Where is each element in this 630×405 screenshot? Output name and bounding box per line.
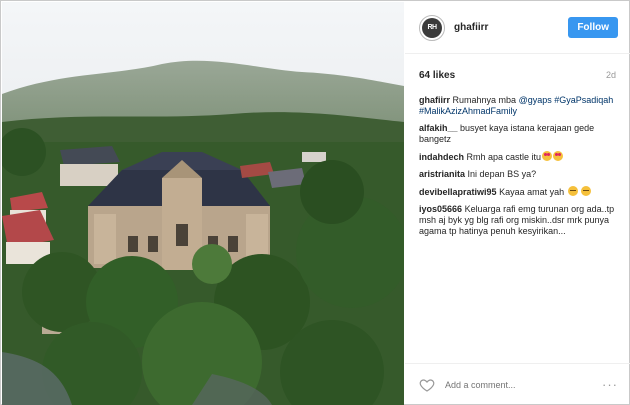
avatar[interactable]: RH [419,14,445,41]
comment-username[interactable]: indahdech [419,152,464,162]
comment-item: aristrianita Ini depan BS ya? [419,169,616,180]
username-link[interactable]: ghafiirr [454,22,568,33]
heart-outline-icon[interactable] [419,377,435,393]
caption-text: Rumahnya mba [452,95,517,105]
comments-list: ghafiirr Rumahnya mba @gyaps #GyaPsadiqa… [405,81,630,237]
more-dots-icon[interactable]: ··· [602,377,618,392]
post-time[interactable]: 2d [606,70,616,81]
comment-username[interactable]: alfakih__ [419,123,458,133]
caption: ghafiirr Rumahnya mba @gyaps #GyaPsadiqa… [419,95,616,117]
likes-count[interactable]: 64 likes [419,70,455,81]
comment-username[interactable]: iyos05666 [419,204,462,214]
likes-row: 64 likes 2d [405,54,630,81]
post-sidebar: RH ghafiirr Follow 64 likes 2d ghafiirr … [405,2,630,405]
instagram-post-embed: RH ghafiirr Follow 64 likes 2d ghafiirr … [0,0,630,405]
comment-username[interactable]: devibellapratiwi95 [419,187,497,197]
caption-mention[interactable]: @gyaps [519,95,552,105]
add-comment-input[interactable] [445,379,602,390]
sweat-smile-emoji-icon [581,186,592,196]
heart-eyes-emoji-icon [553,151,564,161]
caption-username[interactable]: ghafiirr [419,95,450,105]
post-header: RH ghafiirr Follow [405,2,630,54]
follow-button[interactable]: Follow [568,17,618,38]
avatar-logo: RH [422,17,442,38]
comment-text: Ini depan BS ya? [467,169,537,179]
comment-item: devibellapratiwi95 Kayaa amat yah [419,186,616,198]
heart-eyes-emoji-icon [542,151,553,161]
comment-username[interactable]: aristrianita [419,169,465,179]
comment-bar: ··· [405,363,630,405]
comment-item: iyos05666 Keluarga rafi emg turunan org … [419,204,616,237]
comment-text: Rmh apa castle itu [466,152,542,162]
comment-item: indahdech Rmh apa castle itu [419,151,616,163]
aerial-mansion-photo [2,2,404,405]
comment-text: Kayaa amat yah [499,187,565,197]
comment-item: alfakih__ busyet kaya istana kerajaan ge… [419,123,616,145]
post-photo[interactable] [2,2,404,405]
sweat-smile-emoji-icon [567,186,578,196]
